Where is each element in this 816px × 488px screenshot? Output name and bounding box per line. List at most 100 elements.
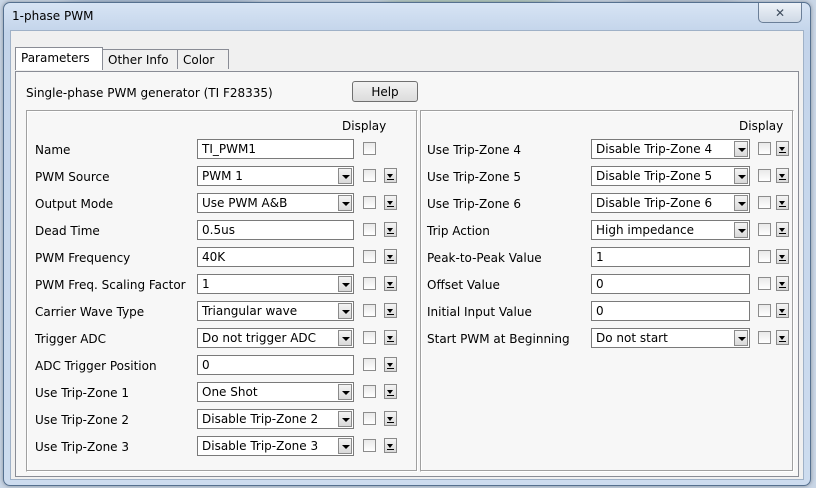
param-label: PWM Frequency <box>35 251 131 265</box>
param-row-trip-action: Trip Action High impedance <box>421 220 793 242</box>
param-select[interactable]: Disable Trip-Zone 3 <box>197 436 354 456</box>
display-checkbox[interactable] <box>363 385 376 398</box>
chevron-down-icon[interactable] <box>734 330 748 346</box>
chevron-down-icon[interactable] <box>734 195 748 211</box>
chevron-down-icon[interactable] <box>338 411 352 427</box>
param-select[interactable]: 1 <box>197 274 354 294</box>
display-position-dropdown[interactable] <box>384 357 397 372</box>
param-value: Do not trigger ADC <box>202 331 317 345</box>
param-select[interactable]: Do not trigger ADC <box>197 328 354 348</box>
chevron-down-icon[interactable] <box>338 276 352 292</box>
display-checkbox[interactable] <box>758 223 771 236</box>
display-checkbox[interactable] <box>363 304 376 317</box>
param-select[interactable]: One Shot <box>197 382 354 402</box>
display-column-header: Display <box>342 119 387 133</box>
param-select[interactable]: Disable Trip-Zone 4 <box>591 139 750 159</box>
display-position-dropdown[interactable] <box>384 195 397 210</box>
display-checkbox[interactable] <box>758 142 771 155</box>
param-select[interactable]: High impedance <box>591 220 750 240</box>
parameters-panel: Single-phase PWM generator (TI F28335) H… <box>15 71 799 477</box>
param-select[interactable]: Use PWM A&B <box>197 193 354 213</box>
display-checkbox[interactable] <box>363 439 376 452</box>
param-input[interactable]: 0 <box>591 274 750 294</box>
display-checkbox[interactable] <box>758 196 771 209</box>
param-row-initial-input-value: Initial Input Value 0 <box>421 301 793 323</box>
param-label: Use Trip-Zone 1 <box>35 386 130 400</box>
param-row-use-trip-zone-3: Use Trip-Zone 3 Disable Trip-Zone 3 <box>27 436 417 458</box>
param-input[interactable]: 0 <box>591 301 750 321</box>
display-checkbox[interactable] <box>758 331 771 344</box>
chevron-down-icon[interactable] <box>734 222 748 238</box>
display-position-dropdown[interactable] <box>776 330 789 345</box>
chevron-down-icon[interactable] <box>734 141 748 157</box>
param-select[interactable]: Disable Trip-Zone 5 <box>591 166 750 186</box>
param-row-pwm-freq-scaling-factor: PWM Freq. Scaling Factor 1 <box>27 274 417 296</box>
display-checkbox[interactable] <box>363 223 376 236</box>
close-button[interactable]: ✕ <box>758 3 802 23</box>
param-row-use-trip-zone-2: Use Trip-Zone 2 Disable Trip-Zone 2 <box>27 409 417 431</box>
display-checkbox[interactable] <box>363 412 376 425</box>
chevron-down-icon[interactable] <box>338 195 352 211</box>
display-position-dropdown[interactable] <box>776 195 789 210</box>
display-position-dropdown[interactable] <box>776 168 789 183</box>
param-value: Use PWM A&B <box>202 196 288 210</box>
param-select[interactable]: Disable Trip-Zone 2 <box>197 409 354 429</box>
display-position-dropdown[interactable] <box>384 249 397 264</box>
display-checkbox[interactable] <box>363 331 376 344</box>
chevron-down-icon[interactable] <box>338 384 352 400</box>
tab-parameters[interactable]: Parameters <box>15 47 103 70</box>
display-position-dropdown[interactable] <box>384 384 397 399</box>
display-position-dropdown[interactable] <box>776 303 789 318</box>
chevron-down-icon[interactable] <box>338 438 352 454</box>
display-position-dropdown[interactable] <box>384 330 397 345</box>
param-select[interactable]: Do not start <box>591 328 750 348</box>
chevron-down-icon[interactable] <box>734 168 748 184</box>
chevron-down-icon[interactable] <box>338 168 352 184</box>
display-position-dropdown[interactable] <box>776 249 789 264</box>
param-row-peak-to-peak-value: Peak-to-Peak Value 1 <box>421 247 793 269</box>
param-label: Dead Time <box>35 224 100 238</box>
param-select[interactable]: Disable Trip-Zone 6 <box>591 193 750 213</box>
param-input[interactable]: TI_PWM1 <box>197 139 354 159</box>
param-row-name: Name TI_PWM1 <box>27 139 417 161</box>
display-position-dropdown[interactable] <box>384 168 397 183</box>
param-input[interactable]: 40K <box>197 247 354 267</box>
param-row-use-trip-zone-6: Use Trip-Zone 6 Disable Trip-Zone 6 <box>421 193 793 215</box>
param-value: Triangular wave <box>202 304 298 318</box>
help-button[interactable]: Help <box>352 81 418 102</box>
display-position-dropdown[interactable] <box>384 222 397 237</box>
chevron-down-icon[interactable] <box>338 303 352 319</box>
display-checkbox[interactable] <box>363 196 376 209</box>
left-parameter-group: Display Name TI_PWM1 PWM Source PWM 1 Output… <box>26 110 418 472</box>
display-position-dropdown[interactable] <box>776 222 789 237</box>
param-value: 1 <box>202 277 210 291</box>
display-position-dropdown[interactable] <box>776 141 789 156</box>
display-position-dropdown[interactable] <box>384 303 397 318</box>
param-value: 0 <box>596 304 604 318</box>
param-value: Disable Trip-Zone 6 <box>596 196 713 210</box>
display-position-dropdown[interactable] <box>776 276 789 291</box>
display-checkbox[interactable] <box>363 169 376 182</box>
display-position-dropdown[interactable] <box>384 276 397 291</box>
param-value: 1 <box>596 250 604 264</box>
tab-other-info[interactable]: Other Info <box>102 49 178 69</box>
param-select[interactable]: Triangular wave <box>197 301 354 321</box>
param-select[interactable]: PWM 1 <box>197 166 354 186</box>
display-position-dropdown[interactable] <box>384 438 397 453</box>
param-input[interactable]: 1 <box>591 247 750 267</box>
chevron-down-icon[interactable] <box>338 330 352 346</box>
display-checkbox[interactable] <box>758 277 771 290</box>
display-checkbox[interactable] <box>758 304 771 317</box>
right-parameter-group: Display Use Trip-Zone 4 Disable Trip-Zone… <box>420 110 794 472</box>
display-checkbox[interactable] <box>758 250 771 263</box>
param-input[interactable]: 0.5us <box>197 220 354 240</box>
display-checkbox[interactable] <box>363 142 376 155</box>
display-checkbox[interactable] <box>758 169 771 182</box>
param-input[interactable]: 0 <box>197 355 354 375</box>
param-row-pwm-source: PWM Source PWM 1 <box>27 166 417 188</box>
display-checkbox[interactable] <box>363 277 376 290</box>
display-position-dropdown[interactable] <box>384 411 397 426</box>
display-checkbox[interactable] <box>363 250 376 263</box>
tab-color[interactable]: Color <box>177 49 229 69</box>
display-checkbox[interactable] <box>363 358 376 371</box>
